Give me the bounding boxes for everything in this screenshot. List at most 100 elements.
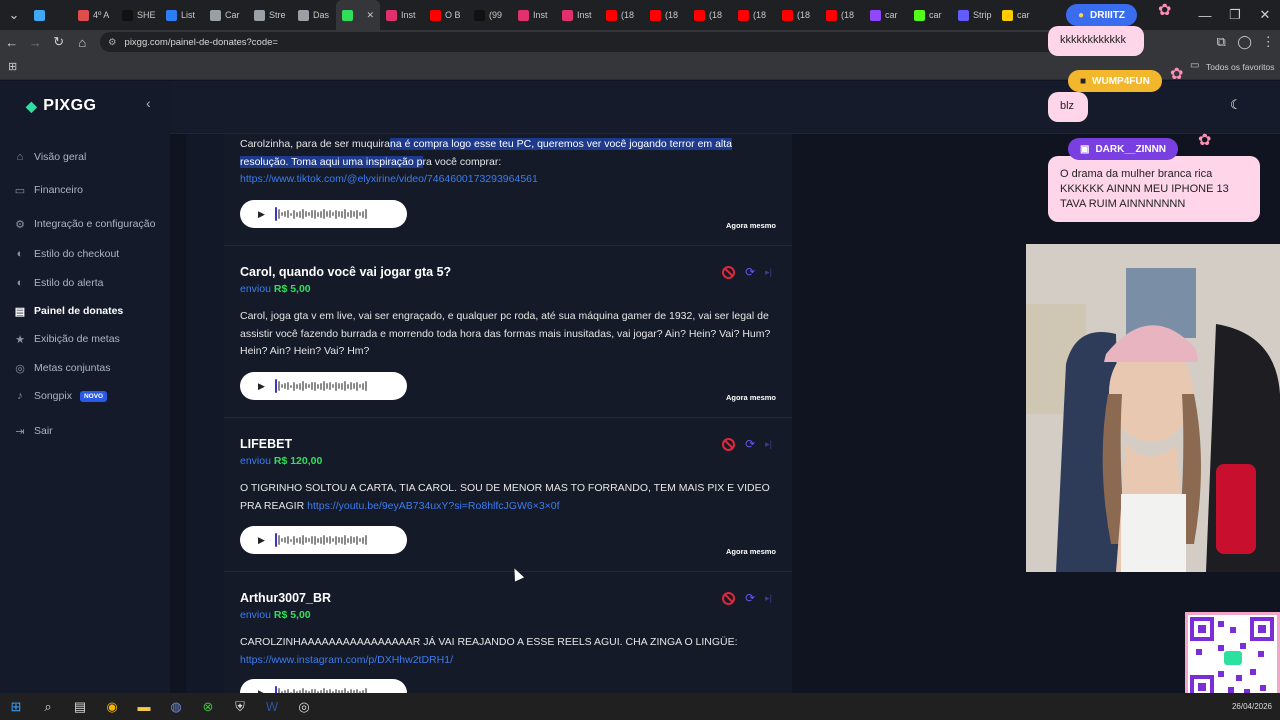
apps-grid-icon[interactable]: ⊞ <box>8 60 17 73</box>
browser-tab[interactable] <box>28 0 72 30</box>
menu-icon[interactable]: ⋮ <box>1256 30 1280 54</box>
playhead[interactable] <box>274 379 277 393</box>
word-icon[interactable]: W <box>256 693 288 720</box>
sidebar-item-estilo-do-checkout[interactable]: ◐ Estilo do checkout <box>14 248 120 260</box>
waveform-bar <box>301 381 304 391</box>
home-icon[interactable]: ⌂ <box>71 30 95 54</box>
browser-tab[interactable]: Das <box>292 0 336 30</box>
discord-icon[interactable]: ◍ <box>160 693 192 720</box>
block-icon[interactable] <box>722 265 736 279</box>
waveform-bar <box>346 537 349 543</box>
tab-label: SHE <box>137 10 156 20</box>
xbox-icon[interactable]: ⊗ <box>192 693 224 720</box>
forward-icon[interactable]: → <box>24 30 48 54</box>
url-field[interactable]: ⚙ pixgg.com/painel-de-donates?code= <box>100 32 1090 52</box>
close-tab-icon[interactable]: ✕ <box>366 10 374 21</box>
browser-tab[interactable]: (18 <box>688 0 732 30</box>
skip-icon[interactable]: ▸| <box>765 439 772 450</box>
play-icon[interactable]: ▶ <box>258 535 265 546</box>
extensions-icon[interactable]: ⧉ <box>1209 30 1233 54</box>
browser-tab[interactable]: ✕ <box>336 0 380 30</box>
donation-link[interactable]: https://www.instagram.com/p/DXHhw2tDRH1/ <box>240 654 453 666</box>
browser-tab[interactable]: Inst <box>380 0 424 30</box>
browser-tab[interactable]: Strip <box>952 0 996 30</box>
search-icon[interactable]: ⌕ <box>32 693 64 720</box>
waveform-bar <box>343 381 346 391</box>
play-icon[interactable]: ▶ <box>258 209 265 220</box>
waveform[interactable] <box>274 379 367 393</box>
obs-icon[interactable]: ◎ <box>288 693 320 720</box>
audio-player[interactable]: ▶ <box>240 679 407 693</box>
browser-tab[interactable]: List <box>160 0 204 30</box>
sidebar-item-songpix[interactable]: ♪ Songpix NOVO <box>14 390 108 402</box>
browser-tab[interactable]: Car <box>204 0 248 30</box>
profile-icon[interactable]: ◯ <box>1233 30 1257 54</box>
sidebar-item-vis-o-geral[interactable]: ⌂ Visão geral <box>14 151 87 163</box>
browser-tab[interactable]: (18 <box>776 0 820 30</box>
collapse-sidebar-icon[interactable]: ‹ <box>146 95 151 111</box>
qr-code[interactable] <box>1185 612 1280 705</box>
browser-tab[interactable]: (18 <box>732 0 776 30</box>
replay-icon[interactable]: ⟳ <box>745 591 755 605</box>
windows-start-icon[interactable]: ⊞ <box>0 693 32 720</box>
skip-icon[interactable]: ▸| <box>765 593 772 604</box>
close-window-icon[interactable]: ✕ <box>1250 3 1280 27</box>
brand-logo[interactable]: ◆ PIXGG <box>26 97 96 115</box>
taskview-icon[interactable]: ▤ <box>64 693 96 720</box>
browser-tab[interactable]: car <box>908 0 952 30</box>
browser-tab[interactable]: SHE <box>116 0 160 30</box>
audio-player[interactable]: ▶ <box>240 526 407 554</box>
browser-tab[interactable]: O B <box>424 0 468 30</box>
back-icon[interactable]: ← <box>0 30 24 54</box>
browser-tab[interactable]: Inst <box>512 0 556 30</box>
all-favorites-link[interactable]: Todos os favoritos <box>1206 62 1275 72</box>
donation-link[interactable]: https://youtu.be/9eyAB734uxY?si=Ro8hlfcJ… <box>307 500 559 512</box>
security-icon[interactable]: ⛨ <box>224 693 256 720</box>
tab-search-icon[interactable]: ⌄ <box>0 3 28 27</box>
browser-tab[interactable]: (18 <box>644 0 688 30</box>
tab-favicon-icon <box>782 9 793 21</box>
playhead[interactable] <box>274 686 277 693</box>
minimize-icon[interactable]: — <box>1190 3 1220 27</box>
waveform[interactable] <box>274 686 367 693</box>
sidebar-item-estilo-do-alerta[interactable]: ◐ Estilo do alerta <box>14 277 104 289</box>
browser-tab[interactable]: car <box>996 0 1040 30</box>
browser-tab[interactable]: (99 <box>468 0 512 30</box>
waveform-bar <box>304 211 307 217</box>
site-info-icon[interactable]: ⚙ <box>108 37 117 48</box>
waveform[interactable] <box>274 533 367 547</box>
explorer-icon[interactable]: ▬ <box>128 693 160 720</box>
replay-icon[interactable]: ⟳ <box>745 437 755 451</box>
audio-player[interactable]: ▶ <box>240 200 407 228</box>
sidebar-item-sair[interactable]: ⇥ Sair <box>14 425 52 438</box>
block-icon[interactable] <box>722 437 736 451</box>
browser-tab[interactable]: Inst <box>556 0 600 30</box>
browser-tab[interactable]: car <box>864 0 908 30</box>
skip-icon[interactable]: ▸| <box>765 267 772 278</box>
replay-icon[interactable]: ⟳ <box>745 265 755 279</box>
reload-icon[interactable]: ↻ <box>47 30 71 54</box>
playhead[interactable] <box>274 207 277 221</box>
browser-tab[interactable]: 4º A <box>72 0 116 30</box>
sidebar-item-metas-conjuntas[interactable]: ◎ Metas conjuntas <box>14 362 110 375</box>
browser-tab[interactable]: (18 <box>600 0 644 30</box>
play-icon[interactable]: ▶ <box>258 381 265 392</box>
donation-link[interactable]: https://www.tiktok.com/@elyxirine/video/… <box>240 173 538 185</box>
maximize-icon[interactable]: ❐ <box>1220 3 1250 27</box>
playhead[interactable] <box>274 533 277 547</box>
browser-tab[interactable]: Stre <box>248 0 292 30</box>
donation-time: Agora mesmo <box>725 221 776 230</box>
waveform-bar <box>289 384 292 388</box>
block-icon[interactable] <box>722 591 736 605</box>
sidebar-item-integra-o-e-configura-o[interactable]: ⚙ Integração e configuração <box>14 218 155 231</box>
theme-toggle-icon[interactable]: ☾ <box>1230 97 1242 113</box>
sidebar-item-exibi-o-de-metas[interactable]: ★ Exibição de metas <box>14 333 120 346</box>
sidebar-item-painel-de-donates[interactable]: ▤ Painel de donates <box>14 305 123 318</box>
tab-label: Strip <box>973 10 992 20</box>
waveform[interactable] <box>274 207 367 221</box>
browser-tab[interactable]: (18 <box>820 0 864 30</box>
donation-feed: Carolzinha, para de ser muquirana é comp… <box>224 134 792 693</box>
chrome-icon[interactable]: ◉ <box>96 693 128 720</box>
audio-player[interactable]: ▶ <box>240 372 407 400</box>
sidebar-item-financeiro[interactable]: ▭ Financeiro <box>14 184 83 197</box>
